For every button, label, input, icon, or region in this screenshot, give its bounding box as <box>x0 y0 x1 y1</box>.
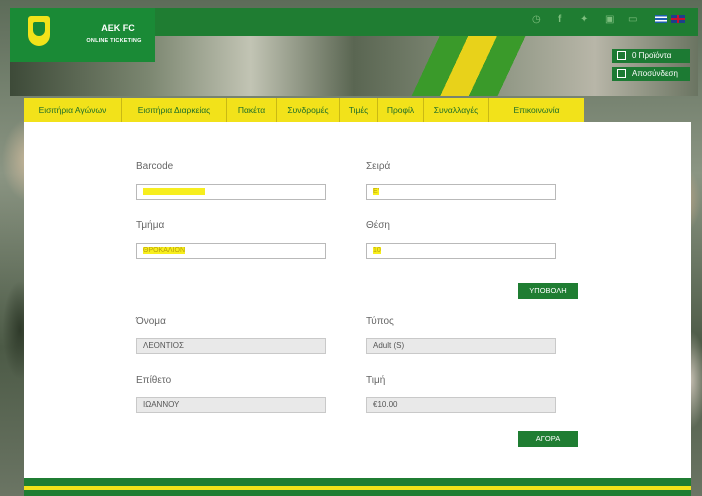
main-nav: Εισιτήρια Αγώνων Εισιτήρια Διαρκείας Πακ… <box>24 98 584 122</box>
row-value: Ε' <box>373 188 380 196</box>
greek-flag-icon[interactable] <box>655 15 667 23</box>
section-label: Τμήμα <box>136 220 165 231</box>
seat-input[interactable]: 10 <box>366 243 556 259</box>
cart-icon <box>617 51 626 60</box>
cart-label: 0 Προϊόντα <box>632 51 672 60</box>
logout-icon <box>617 69 626 78</box>
aek-emblem-icon <box>28 16 50 46</box>
price-label: Τιμή <box>366 375 386 386</box>
surname-field: ΙΩΑΝΝΟΥ <box>136 397 326 413</box>
nav-item-match-tickets[interactable]: Εισιτήρια Αγώνων <box>24 98 122 122</box>
nav-item-transactions[interactable]: Συναλλαγές <box>424 98 489 122</box>
facebook-icon[interactable]: f <box>558 14 561 25</box>
name-field: ΛΕΟΝΤΙΟΣ <box>136 338 326 354</box>
barcode-label: Barcode <box>136 161 174 172</box>
surname-label: Επίθετο <box>136 375 172 386</box>
nav-item-subscriptions[interactable]: Συνδρομές <box>277 98 340 122</box>
youtube-icon[interactable]: ▭ <box>628 14 637 25</box>
barcode-input[interactable] <box>136 184 326 200</box>
ticket-form-panel <box>24 122 691 478</box>
seat-value: 10 <box>373 247 381 255</box>
name-label: Όνομα <box>136 316 166 327</box>
nav-item-profile[interactable]: Προφίλ <box>378 98 424 122</box>
logout-label: Αποσύνδεση <box>632 69 678 78</box>
type-label: Τύπος <box>366 316 394 327</box>
nav-item-season-tickets[interactable]: Εισιτήρια Διαρκείας <box>122 98 227 122</box>
footer-bar <box>24 478 691 496</box>
clock-icon[interactable]: ◷ <box>532 14 541 25</box>
uk-flag-icon[interactable] <box>671 15 685 23</box>
instagram-icon[interactable]: ▣ <box>605 14 614 25</box>
barcode-redaction <box>143 188 205 196</box>
type-field: Adult (S) <box>366 338 556 354</box>
buy-button[interactable]: ΑΓΟΡΑ <box>518 431 578 447</box>
nav-item-packages[interactable]: Πακέτα <box>227 98 277 122</box>
nav-item-prices[interactable]: Τιμές <box>340 98 378 122</box>
section-input[interactable]: ΘΡΟΚΑΛΙΟΝ <box>136 243 326 259</box>
brand-subtitle: ONLINE TICKETING <box>86 38 142 44</box>
row-label: Σειρά <box>366 161 391 172</box>
seat-label: Θέση <box>366 220 390 231</box>
twitter-icon[interactable]: ✦ <box>580 14 588 25</box>
row-input[interactable]: Ε' <box>366 184 556 200</box>
brand-logo[interactable]: AEK FC ONLINE TICKETING <box>10 8 155 62</box>
price-field: €10.00 <box>366 397 556 413</box>
submit-button[interactable]: ΥΠΟΒΟΛΗ <box>518 283 578 299</box>
section-value: ΘΡΟΚΑΛΙΟΝ <box>143 247 186 255</box>
cart-button[interactable]: 0 Προϊόντα <box>612 49 690 63</box>
brand-title: AEK FC <box>101 23 135 33</box>
logout-button[interactable]: Αποσύνδεση <box>612 67 690 81</box>
nav-item-contact[interactable]: Επικοινωνία <box>489 98 584 122</box>
